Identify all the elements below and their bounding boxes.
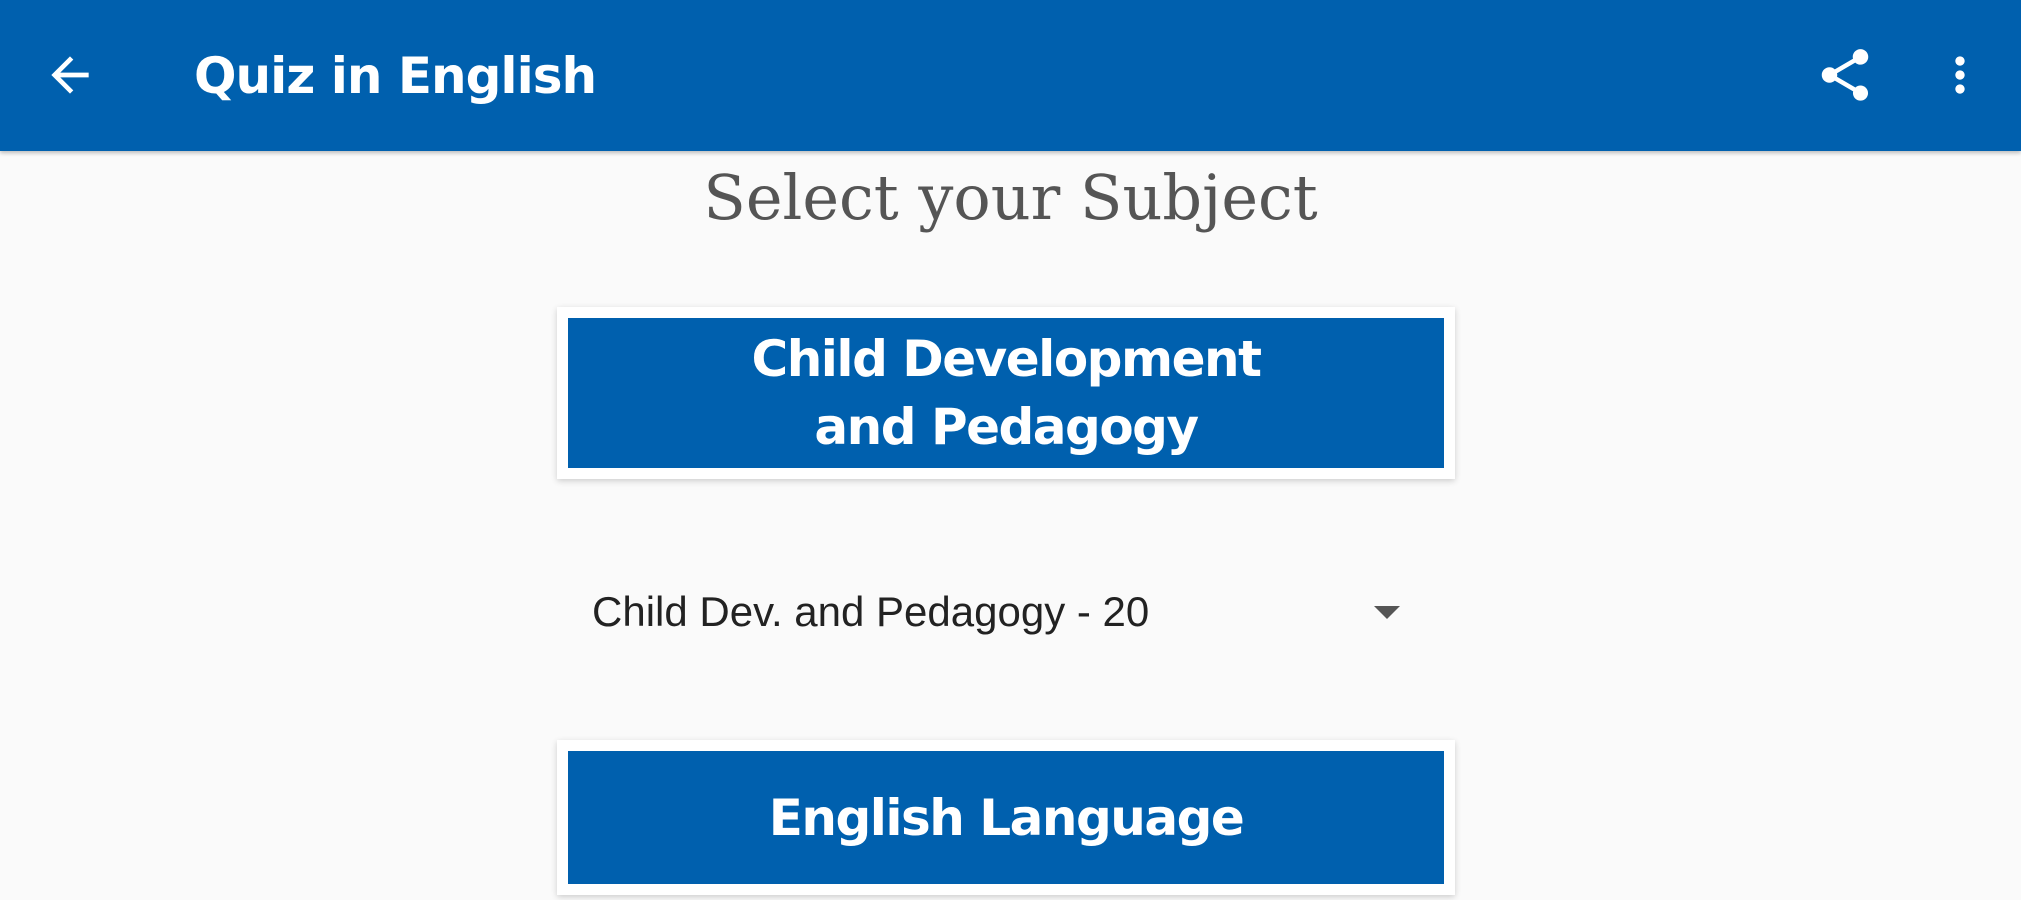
dropdown-selected-value: Child Dev. and Pedagogy - 20 xyxy=(592,588,1150,635)
share-icon xyxy=(1821,49,1869,101)
share-button[interactable] xyxy=(1800,35,1890,115)
subject-label-line1: Child Development xyxy=(751,330,1262,388)
back-button[interactable] xyxy=(30,30,110,120)
english-language-button[interactable]: English Language xyxy=(568,751,1444,884)
subject-card-child-development: Child Development and Pedagogy xyxy=(557,307,1455,479)
subject-label: English Language xyxy=(768,788,1245,847)
dropdown-arrow-icon xyxy=(1374,606,1400,619)
page-heading: Select your Subject xyxy=(703,161,1318,234)
arrow-back-icon xyxy=(51,56,89,94)
quiz-set-dropdown[interactable]: Child Dev. and Pedagogy - 20 xyxy=(575,572,1415,652)
app-bar-title: Quiz in English xyxy=(194,47,597,105)
subject-card-english-language: English Language xyxy=(557,740,1455,895)
more-vert-icon xyxy=(1955,56,1965,94)
subject-label-line2: and Pedagogy xyxy=(814,398,1199,456)
more-options-button[interactable] xyxy=(1930,35,1990,115)
app-bar: Quiz in English xyxy=(0,0,2021,151)
child-development-button[interactable]: Child Development and Pedagogy xyxy=(568,318,1444,468)
